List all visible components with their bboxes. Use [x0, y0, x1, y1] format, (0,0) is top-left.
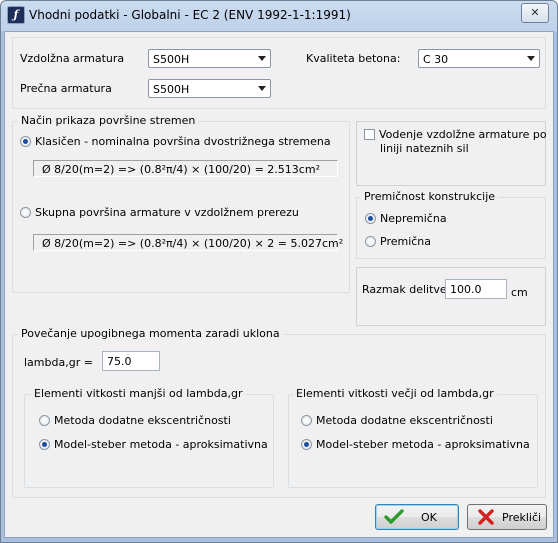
- close-button[interactable]: ✕: [521, 3, 549, 23]
- transverse-reinforcement-label: Prečna armatura: [20, 82, 112, 95]
- formula-total-area: Ø 8/20(m=2) => (0.8²π/4) × (100/20) × 2 …: [33, 234, 343, 251]
- radio-total-area-indicator[interactable]: [20, 207, 31, 218]
- radio-movable-indicator[interactable]: [365, 236, 376, 247]
- concrete-quality-label: Kvaliteta betona:: [306, 52, 401, 65]
- longitudinal-reinforcement-select[interactable]: S500H: [148, 49, 271, 68]
- radio-higher-additional-eccentricity-label: Metoda dodatne ekscentričnosti: [316, 414, 493, 427]
- radio-higher-model-column[interactable]: Model-steber metoda - aproksimativna: [301, 438, 530, 451]
- longitudinal-reinforcement-value: S500H: [153, 53, 190, 66]
- radio-lower-model-column-label: Model-steber metoda - aproksimativna: [54, 438, 268, 451]
- transverse-reinforcement-select[interactable]: S500H: [148, 79, 271, 98]
- lower-slenderness-legend: Elementi vitkosti manjši od lambda,gr: [31, 387, 246, 400]
- radio-lower-additional-eccentricity[interactable]: Metoda dodatne ekscentričnosti: [39, 414, 231, 427]
- title-bar[interactable]: ƒ Vhodni podatki - Globalni - EC 2 (ENV …: [1, 1, 557, 31]
- radio-total-area-label: Skupna površina armature v vzdolžnem pre…: [35, 206, 299, 219]
- formula-classic: Ø 8/20(m=2) => (0.8²π/4) × (100/20) = 2.…: [33, 160, 338, 177]
- cancel-button-label: Prekliči: [502, 511, 542, 524]
- radio-immovable[interactable]: Nepremična: [365, 212, 447, 225]
- tension-lines-label-1: Vodenje vzdolžne armature po: [379, 128, 547, 141]
- higher-slenderness-legend: Elementi vitkosti večji od lambda,gr: [293, 387, 497, 400]
- stirrup-display-group: Način prikaza površine stremen Klasičen …: [12, 114, 350, 293]
- ok-button[interactable]: OK: [375, 504, 459, 530]
- dialog-window: ƒ Vhodni podatki - Globalni - EC 2 (ENV …: [0, 0, 558, 543]
- tension-lines-checkbox[interactable]: Vodenje vzdolžne armature po: [364, 128, 547, 141]
- dialog-content: Vzdolžna armatura S500H Kvaliteta betona…: [4, 31, 554, 538]
- lambda-gr-label: lambda,gr =: [24, 356, 93, 369]
- tension-lines-checkbox-box[interactable]: [364, 129, 375, 140]
- cancel-button[interactable]: Prekliči: [467, 504, 547, 530]
- radio-lower-model-column-indicator[interactable]: [39, 439, 50, 450]
- app-icon: ƒ: [7, 6, 25, 24]
- cancel-x-icon: [478, 509, 494, 525]
- radio-higher-additional-eccentricity[interactable]: Metoda dodatne ekscentričnosti: [301, 414, 493, 427]
- formula-total-area-text: Ø 8/20(m=2) => (0.8²π/4) × (100/20) × 2 …: [42, 237, 344, 250]
- radio-lower-model-column[interactable]: Model-steber metoda - aproksimativna: [39, 438, 268, 451]
- radio-higher-model-column-indicator[interactable]: [301, 439, 312, 450]
- buckling-moment-group: Povečanje upogibnega momenta zaradi uklo…: [12, 327, 546, 498]
- radio-movable-label: Premična: [380, 235, 432, 248]
- chevron-down-icon: [258, 86, 266, 91]
- tension-lines-panel: Vodenje vzdolžne armature po liniji nate…: [356, 121, 547, 186]
- radio-total-area[interactable]: Skupna površina armature v vzdolžnem pre…: [20, 206, 299, 219]
- structure-mobility-group: Premičnost konstrukcije Nepremična Premi…: [356, 190, 546, 259]
- structure-mobility-legend: Premičnost konstrukcije: [361, 190, 499, 203]
- radio-classic-indicator[interactable]: [20, 136, 31, 147]
- radio-higher-additional-eccentricity-indicator[interactable]: [301, 415, 312, 426]
- chevron-down-icon: [258, 56, 266, 61]
- radio-classic-label: Klasičen - nominalna površina dvostrižne…: [35, 135, 331, 148]
- radio-movable[interactable]: Premična: [365, 235, 431, 248]
- buckling-moment-legend: Povečanje upogibnega momenta zaradi uklo…: [18, 327, 283, 340]
- division-spacing-unit: cm: [511, 286, 528, 299]
- ok-button-label: OK: [421, 511, 437, 524]
- radio-lower-additional-eccentricity-label: Metoda dodatne ekscentričnosti: [54, 414, 231, 427]
- division-spacing-label: Razmak delitve: [362, 283, 447, 296]
- division-spacing-panel: Razmak delitve cm: [356, 267, 546, 326]
- longitudinal-reinforcement-label: Vzdolžna armatura: [20, 52, 125, 65]
- tension-lines-label-2: liniji nateznih sil: [380, 142, 469, 155]
- concrete-quality-select[interactable]: C 30: [418, 49, 540, 68]
- checkmark-icon: [384, 509, 404, 524]
- chevron-down-icon: [527, 56, 535, 61]
- radio-immovable-indicator[interactable]: [365, 213, 376, 224]
- radio-classic[interactable]: Klasičen - nominalna površina dvostrižne…: [20, 135, 331, 148]
- radio-immovable-label: Nepremična: [380, 212, 447, 225]
- concrete-quality-value: C 30: [423, 53, 449, 66]
- division-spacing-input[interactable]: [445, 279, 507, 299]
- radio-higher-model-column-label: Model-steber metoda - aproksimativna: [316, 438, 530, 451]
- transverse-reinforcement-value: S500H: [153, 83, 190, 96]
- formula-classic-text: Ø 8/20(m=2) => (0.8²π/4) × (100/20) = 2.…: [42, 163, 320, 176]
- lambda-gr-input[interactable]: [102, 351, 160, 371]
- radio-lower-additional-eccentricity-indicator[interactable]: [39, 415, 50, 426]
- reinforcement-group: Vzdolžna armatura S500H Kvaliteta betona…: [12, 37, 546, 109]
- window-title: Vhodni podatki - Globalni - EC 2 (ENV 19…: [29, 8, 351, 22]
- lower-slenderness-group: Elementi vitkosti manjši od lambda,gr Me…: [24, 387, 274, 488]
- stirrup-display-legend: Način prikaza površine stremen: [18, 114, 199, 127]
- higher-slenderness-group: Elementi vitkosti večji od lambda,gr Met…: [288, 387, 538, 488]
